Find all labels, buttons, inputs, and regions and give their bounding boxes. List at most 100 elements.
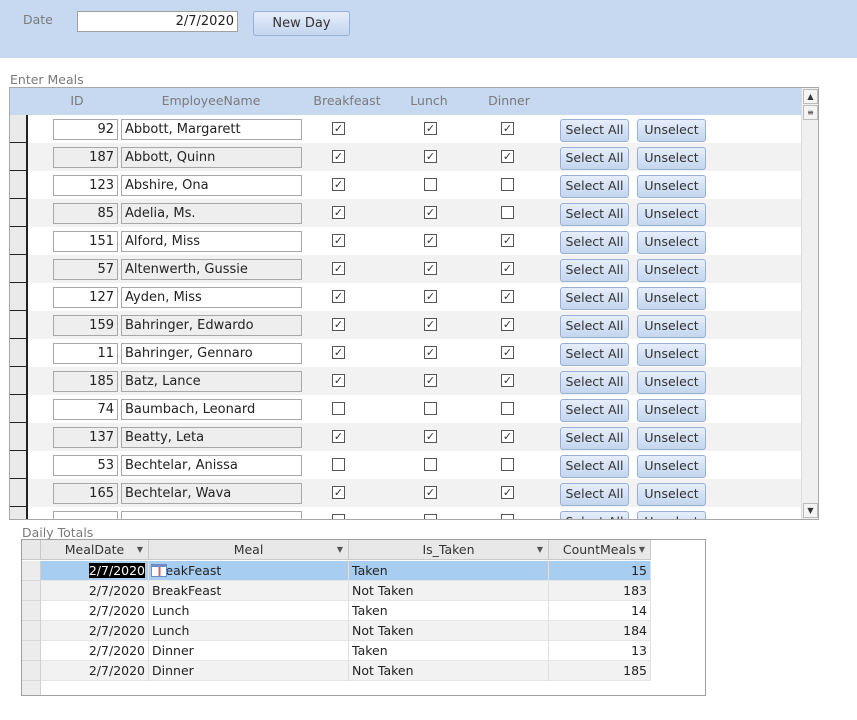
id-field[interactable]: 74 bbox=[53, 399, 118, 420]
id-field[interactable]: 85 bbox=[53, 203, 118, 224]
countmeals-cell[interactable]: 14 bbox=[549, 601, 651, 621]
unselect-button[interactable]: Unselect bbox=[637, 399, 706, 422]
employee-name-field[interactable] bbox=[121, 511, 302, 519]
select-all-button[interactable]: Select All bbox=[560, 371, 629, 394]
dinner-checkbox[interactable]: ✓ bbox=[501, 122, 514, 135]
breakfast-checkbox[interactable] bbox=[332, 514, 345, 519]
select-all-button[interactable]: Select All bbox=[560, 455, 629, 478]
id-field[interactable]: 11 bbox=[53, 343, 118, 364]
id-field[interactable]: 187 bbox=[53, 147, 118, 168]
unselect-button[interactable]: Unselect bbox=[637, 287, 706, 310]
unselect-button[interactable]: Unselect bbox=[637, 427, 706, 450]
meal-cell[interactable]: Dinner bbox=[149, 641, 349, 661]
breakfast-checkbox[interactable]: ✓ bbox=[332, 486, 345, 499]
employee-name-field[interactable]: Baumbach, Leonard bbox=[121, 399, 302, 420]
breakfast-checkbox[interactable]: ✓ bbox=[332, 122, 345, 135]
select-all-button[interactable]: Select All bbox=[560, 175, 629, 198]
record-selector[interactable] bbox=[10, 451, 28, 479]
scroll-up-icon[interactable]: ▲ bbox=[803, 89, 818, 104]
dinner-checkbox[interactable]: ✓ bbox=[501, 234, 514, 247]
breakfast-checkbox[interactable] bbox=[332, 402, 345, 415]
employee-name-field[interactable]: Abshire, Ona bbox=[121, 175, 302, 196]
breakfast-checkbox[interactable]: ✓ bbox=[332, 206, 345, 219]
dinner-checkbox[interactable] bbox=[501, 458, 514, 471]
record-selector[interactable] bbox=[10, 395, 28, 423]
dropdown-arrow-icon[interactable]: ▼ bbox=[337, 540, 343, 559]
select-all-button[interactable]: Select All bbox=[560, 147, 629, 170]
mealdate-cell[interactable]: 2/7/2020 bbox=[41, 661, 149, 681]
col-header-is-taken[interactable]: Is_Taken ▼ bbox=[349, 540, 549, 560]
select-all-button[interactable]: Select All bbox=[560, 259, 629, 282]
employee-name-field[interactable]: Adelia, Ms. bbox=[121, 203, 302, 224]
lunch-checkbox[interactable] bbox=[424, 178, 437, 191]
lunch-checkbox[interactable]: ✓ bbox=[424, 430, 437, 443]
lunch-checkbox[interactable]: ✓ bbox=[424, 206, 437, 219]
unselect-button[interactable]: Unselect bbox=[637, 343, 706, 366]
dinner-checkbox[interactable]: ✓ bbox=[501, 150, 514, 163]
countmeals-cell[interactable]: 184 bbox=[549, 621, 651, 641]
is-taken-cell[interactable]: Not Taken bbox=[349, 621, 549, 641]
unselect-button[interactable]: Unselect bbox=[637, 315, 706, 338]
record-selector[interactable] bbox=[10, 311, 28, 339]
totals-row[interactable]: 2/7/2020 Lunch Not Taken 184 bbox=[22, 621, 651, 641]
breakfast-checkbox[interactable]: ✓ bbox=[332, 346, 345, 359]
totals-row[interactable]: 2/7/2020 BreakFeast Taken 15 bbox=[22, 561, 651, 581]
mealdate-cell[interactable]: 2/7/2020 bbox=[41, 601, 149, 621]
dinner-checkbox[interactable] bbox=[501, 178, 514, 191]
is-taken-cell[interactable]: Taken bbox=[349, 561, 549, 581]
mealdate-cell[interactable]: 2/7/2020 bbox=[41, 621, 149, 641]
record-selector[interactable] bbox=[10, 367, 28, 395]
lunch-checkbox[interactable]: ✓ bbox=[424, 486, 437, 499]
lunch-checkbox[interactable] bbox=[424, 402, 437, 415]
new-day-button[interactable]: New Day bbox=[253, 11, 350, 36]
id-field[interactable]: 185 bbox=[53, 371, 118, 392]
mealdate-cell[interactable]: 2/7/2020 bbox=[41, 561, 149, 581]
lunch-checkbox[interactable]: ✓ bbox=[424, 150, 437, 163]
unselect-button[interactable]: Unselect bbox=[637, 259, 706, 282]
employee-name-field[interactable]: Bechtelar, Anissa bbox=[121, 455, 302, 476]
id-field[interactable]: 137 bbox=[53, 427, 118, 448]
lunch-checkbox[interactable]: ✓ bbox=[424, 346, 437, 359]
employee-name-field[interactable]: Altenwerth, Gussie bbox=[121, 259, 302, 280]
countmeals-cell[interactable]: 183 bbox=[549, 581, 651, 601]
meal-cell[interactable]: Lunch bbox=[149, 601, 349, 621]
unselect-button[interactable]: Unselect bbox=[637, 119, 706, 142]
dinner-checkbox[interactable]: ✓ bbox=[501, 290, 514, 303]
meal-cell[interactable]: BreakFeast bbox=[149, 581, 349, 601]
unselect-button[interactable]: Unselect bbox=[637, 371, 706, 394]
unselect-button[interactable]: Unselect bbox=[637, 147, 706, 170]
dropdown-arrow-icon[interactable]: ▼ bbox=[137, 540, 143, 559]
breakfast-checkbox[interactable]: ✓ bbox=[332, 290, 345, 303]
breakfast-checkbox[interactable]: ✓ bbox=[332, 430, 345, 443]
breakfast-checkbox[interactable]: ✓ bbox=[332, 234, 345, 247]
id-field[interactable]: 53 bbox=[53, 455, 118, 476]
select-all-button[interactable]: Select All bbox=[560, 203, 629, 226]
dinner-checkbox[interactable]: ✓ bbox=[501, 346, 514, 359]
is-taken-cell[interactable]: Not Taken bbox=[349, 661, 549, 681]
select-all-button[interactable]: Select All bbox=[560, 287, 629, 310]
dropdown-arrow-icon[interactable]: ▼ bbox=[537, 540, 543, 559]
id-field[interactable]: 92 bbox=[53, 119, 118, 140]
breakfast-checkbox[interactable]: ✓ bbox=[332, 374, 345, 387]
countmeals-cell[interactable]: 15 bbox=[549, 561, 651, 581]
meal-cell[interactable]: Lunch bbox=[149, 621, 349, 641]
calendar-picker-icon[interactable] bbox=[151, 564, 167, 577]
col-header-countmeals[interactable]: CountMeals ▼ bbox=[549, 540, 651, 560]
meal-cell[interactable]: Dinner bbox=[149, 661, 349, 681]
row-selector[interactable] bbox=[22, 581, 41, 601]
select-all-button[interactable]: Select All bbox=[560, 315, 629, 338]
dinner-checkbox[interactable]: ✓ bbox=[501, 318, 514, 331]
employee-name-field[interactable]: Abbott, Margarett bbox=[121, 119, 302, 140]
dinner-checkbox[interactable] bbox=[501, 206, 514, 219]
lunch-checkbox[interactable]: ✓ bbox=[424, 374, 437, 387]
id-field[interactable]: 159 bbox=[53, 315, 118, 336]
row-selector[interactable] bbox=[22, 641, 41, 661]
record-selector[interactable] bbox=[10, 143, 28, 171]
unselect-button[interactable]: Unselect bbox=[637, 175, 706, 198]
select-all-button[interactable]: Select All bbox=[560, 427, 629, 450]
lunch-checkbox[interactable]: ✓ bbox=[424, 318, 437, 331]
employee-name-field[interactable]: Alford, Miss bbox=[121, 231, 302, 252]
new-record-selector[interactable] bbox=[22, 681, 41, 695]
totals-row[interactable]: 2/7/2020 Dinner Taken 13 bbox=[22, 641, 651, 661]
record-selector[interactable] bbox=[10, 423, 28, 451]
